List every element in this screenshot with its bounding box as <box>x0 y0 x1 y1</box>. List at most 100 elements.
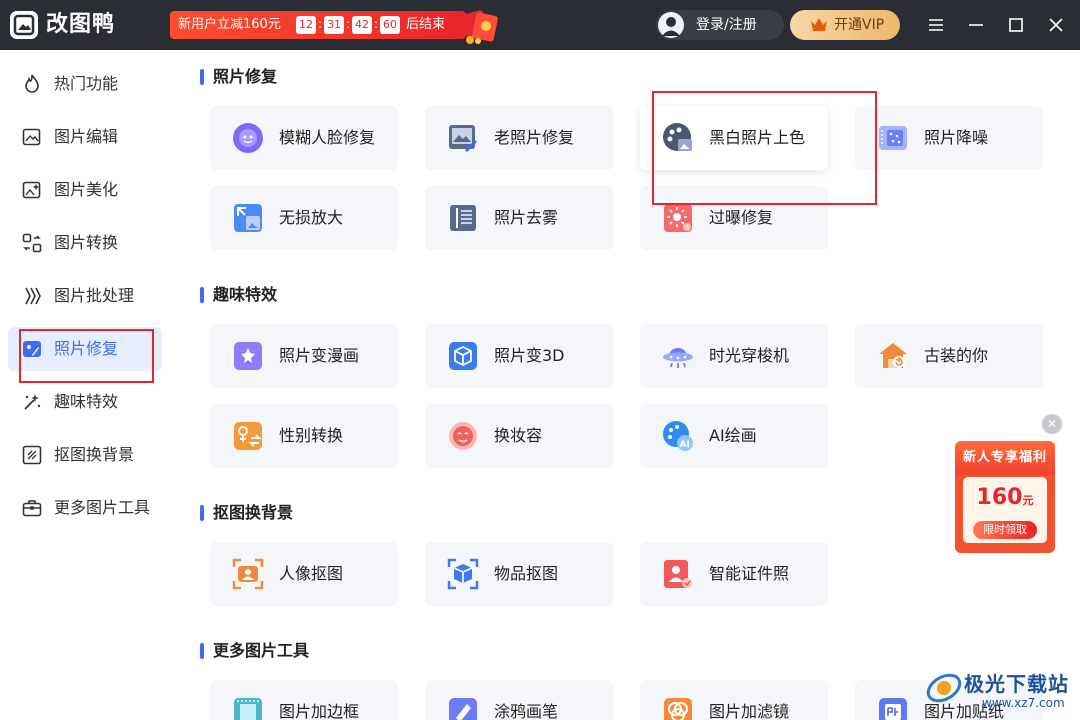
login-button[interactable]: 登录/注册 <box>656 10 784 40</box>
tool-card-cartoon[interactable]: 照片变漫画 <box>210 324 398 388</box>
watermark-url: www.xz7.com <box>982 696 1065 710</box>
batch-icon <box>25 287 41 305</box>
coupon-value: 160 <box>976 485 1023 510</box>
card-label: 模糊人脸修复 <box>279 128 376 147</box>
old-photo-icon <box>449 125 477 152</box>
section-title-effects: 趣味特效 <box>200 284 277 306</box>
timer-hours: 12 <box>296 16 316 34</box>
sidebar-item-convert[interactable]: 图片转换 <box>8 221 162 265</box>
ai-paint-icon: AI <box>663 421 693 451</box>
section-title-more-tools: 更多图片工具 <box>200 640 309 662</box>
filter-icon <box>664 698 692 720</box>
coupon-card: 160元 限时领取 <box>963 477 1047 543</box>
image-edit-icon <box>22 128 41 146</box>
promo-banner[interactable]: 新用户立减160元 12 : 31 : 42 : 60 后结束 <box>170 11 466 39</box>
sidebar-label: 图片转换 <box>54 233 119 252</box>
side-promo-body: 160元 限时领取 <box>955 475 1055 553</box>
timer-seconds: 42 <box>352 16 372 34</box>
card-label: 照片变3D <box>494 346 565 365</box>
svg-text:AI: AI <box>680 440 690 450</box>
object-cutout-icon <box>447 558 479 590</box>
sidebar-item-cutout[interactable]: 抠图换背景 <box>8 433 162 477</box>
tool-card-id-photo[interactable]: 智能证件照 <box>640 542 828 606</box>
card-label: 性别转换 <box>279 426 344 445</box>
sidebar-item-batch[interactable]: 图片批处理 <box>8 274 162 318</box>
overexposure-icon <box>664 204 692 232</box>
ancient-house-icon <box>879 343 907 368</box>
cube-icon <box>449 342 477 370</box>
side-promo[interactable]: 新人专享福利 160元 限时领取 <box>955 441 1055 553</box>
sidebar-label: 抠图换背景 <box>54 445 135 464</box>
card-label: 涂鸦画笔 <box>494 702 559 720</box>
makeup-mask-icon <box>449 422 477 450</box>
tool-card-old-photo[interactable]: 老照片修复 <box>425 106 613 170</box>
card-label: 换妆容 <box>494 426 543 445</box>
tool-card-doodle[interactable]: 涂鸦画笔 <box>425 680 613 720</box>
tool-card-denoise[interactable]: 照片降噪 <box>855 106 1043 170</box>
id-photo-icon <box>664 560 692 588</box>
card-label: 智能证件照 <box>709 564 790 583</box>
cartoon-icon <box>234 342 262 370</box>
login-label: 登录/注册 <box>696 17 757 33</box>
sticker-icon <box>879 698 907 720</box>
timer-minutes: 31 <box>324 16 344 34</box>
avatar <box>658 12 684 38</box>
sidebar-label: 趣味特效 <box>54 392 119 411</box>
side-promo-title: 新人专享福利 <box>955 441 1055 475</box>
sidebar-item-beautify[interactable]: 图片美化 <box>8 168 162 212</box>
sidebar-item-hot[interactable]: 热门功能 <box>8 62 162 106</box>
claim-button[interactable]: 限时领取 <box>973 521 1037 539</box>
vip-label: 开通VIP <box>834 17 885 33</box>
card-label: 图片加滤镜 <box>709 702 790 720</box>
main-content: 照片修复 模糊人脸修复 老照片修复 黑白照片上色 照片降噪 无损放大 照片去雾 … <box>170 50 1080 720</box>
app-logo-icon <box>10 11 38 39</box>
tool-card-filter[interactable]: 图片加滤镜 <box>640 680 828 720</box>
tool-card-gender[interactable]: 性别转换 <box>210 404 398 468</box>
promo-close-button[interactable]: ✕ <box>1042 414 1062 434</box>
sidebar-label: 图片批处理 <box>54 286 135 305</box>
gender-swap-icon <box>234 422 262 450</box>
sidebar-item-edit[interactable]: 图片编辑 <box>8 115 162 159</box>
sidebar-item-more-tools[interactable]: 更多图片工具 <box>8 486 162 530</box>
annotation-box <box>19 329 154 383</box>
card-label: 人像抠图 <box>279 564 344 583</box>
card-label: 无损放大 <box>279 208 344 227</box>
maximize-icon[interactable] <box>1004 13 1028 37</box>
minimize-icon[interactable] <box>964 13 988 37</box>
close-icon[interactable] <box>1044 13 1068 37</box>
sidebar-label: 更多图片工具 <box>54 498 151 517</box>
promo-text: 新用户立减160元 <box>178 17 281 32</box>
timer-centis: 60 <box>380 16 400 34</box>
tool-card-ancient[interactable]: 古装的你 <box>855 324 1043 388</box>
watermark-logo-icon <box>926 673 962 703</box>
red-envelope-icon <box>461 10 498 44</box>
tool-card-portrait-cutout[interactable]: 人像抠图 <box>210 542 398 606</box>
portrait-cutout-icon <box>232 558 264 590</box>
card-label: 照片降噪 <box>924 128 989 147</box>
tool-card-border[interactable]: 图片加边框 <box>210 680 398 720</box>
tool-card-time-machine[interactable]: 时光穿梭机 <box>640 324 828 388</box>
crown-icon <box>811 18 827 31</box>
section-title-photo-repair: 照片修复 <box>200 66 277 88</box>
cutout-icon <box>22 445 42 465</box>
tool-card-blur-face[interactable]: 模糊人脸修复 <box>210 106 398 170</box>
tool-card-dehaze[interactable]: 照片去雾 <box>425 186 613 250</box>
watermark: 极光下载站 www.xz7.com <box>920 662 1080 720</box>
tool-card-object-cutout[interactable]: 物品抠图 <box>425 542 613 606</box>
tool-card-makeup[interactable]: 换妆容 <box>425 404 613 468</box>
promo-suffix: 后结束 <box>406 17 446 32</box>
tool-card-upscale[interactable]: 无损放大 <box>210 186 398 250</box>
card-label: 照片变漫画 <box>279 346 360 365</box>
coupon-unit: 元 <box>1022 494 1034 507</box>
image-beautify-icon <box>22 181 41 199</box>
coupon-amount: 160元 <box>963 483 1047 516</box>
tool-card-ai-paint[interactable]: AI AI绘画 <box>640 404 828 468</box>
sidebar-item-effects[interactable]: 趣味特效 <box>8 380 162 424</box>
face-repair-icon <box>233 123 263 153</box>
card-label: AI绘画 <box>709 426 757 445</box>
vip-button[interactable]: 开通VIP <box>790 10 900 40</box>
watermark-text: 极光下载站 <box>964 672 1069 696</box>
tool-card-3d[interactable]: 照片变3D <box>425 324 613 388</box>
sparkle-icon <box>24 394 41 410</box>
menu-icon[interactable] <box>924 13 948 37</box>
